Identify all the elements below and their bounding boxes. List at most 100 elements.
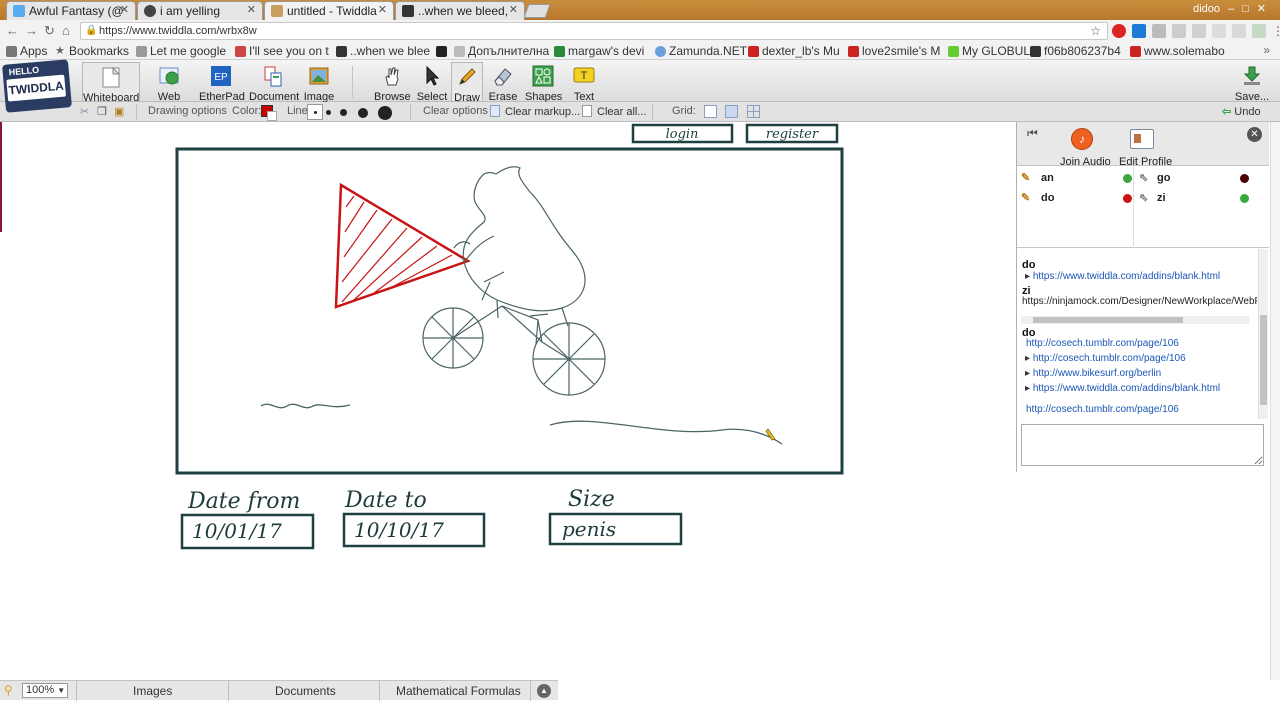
line-size-4[interactable] <box>358 108 368 118</box>
tool-document[interactable]: Document <box>249 62 299 103</box>
user-item-go[interactable]: ⇖ go <box>1137 172 1249 186</box>
clear-all-button[interactable]: Clear all... <box>582 105 647 118</box>
extension-icon[interactable] <box>1172 24 1186 38</box>
scrollbar-thumb[interactable] <box>1033 317 1183 323</box>
bookmark-item[interactable]: I'll see you on t <box>235 44 329 58</box>
paste-icon[interactable]: ▣ <box>114 105 124 118</box>
chat-link[interactable]: http://www.bikesurf.org/berlin <box>1025 368 1161 379</box>
tool-browse[interactable]: Browse <box>374 62 411 103</box>
user-item-zi[interactable]: ⇖ zi <box>1137 192 1249 206</box>
bookmark-item[interactable]: dexter_lb's Mu <box>748 44 840 58</box>
zoom-select[interactable]: 100% ▼ <box>22 683 68 698</box>
tool-erase[interactable]: Erase <box>487 62 519 103</box>
size-field[interactable]: penis <box>548 512 683 546</box>
audio-icon[interactable]: ♪ <box>1071 128 1093 150</box>
extension-icon[interactable] <box>1212 24 1226 38</box>
scissors-icon[interactable]: ✂ <box>80 105 89 118</box>
twiddla-logo[interactable]: HELLO TWIDDLA <box>2 59 72 113</box>
chat-link[interactable]: http://cosech.tumblr.com/page/106 <box>1026 338 1179 349</box>
expand-up-icon[interactable]: ▲ <box>537 684 551 698</box>
close-icon[interactable]: ✕ <box>378 3 387 16</box>
chat-input[interactable] <box>1021 424 1264 466</box>
extension-icon[interactable] <box>1192 24 1206 38</box>
bookmark-item[interactable]: love2smile's M <box>848 44 940 58</box>
star-icon[interactable]: ☆ <box>1090 24 1101 38</box>
bookmark-item[interactable]: margaw's devi <box>554 44 644 58</box>
profile-card-icon[interactable] <box>1130 129 1154 149</box>
tab-mathematical-formulas[interactable]: Mathematical Formulas <box>396 684 521 698</box>
copy-icon[interactable]: ❐ <box>97 105 107 118</box>
drawing-layer[interactable]: login register Date from Date to Size 10… <box>2 122 1014 680</box>
home-icon[interactable]: ⌂ <box>62 23 70 38</box>
extension-icon[interactable] <box>1232 24 1246 38</box>
bookmark-item[interactable]: f06b806237b4 <box>1030 44 1121 58</box>
tool-image[interactable]: Image <box>302 62 336 103</box>
browser-tab-4[interactable]: ..when we bleed, ✕ <box>395 1 525 20</box>
date-from-field[interactable]: 10/01/17 <box>180 513 315 550</box>
close-icon[interactable]: ✕ <box>509 3 518 16</box>
line-size-2[interactable] <box>326 110 331 115</box>
tool-etherpad[interactable]: EP EtherPad <box>199 62 245 103</box>
extension-icon[interactable] <box>1252 24 1266 38</box>
chat-link[interactable]: http://cosech.tumblr.com/page/106 <box>1025 353 1186 364</box>
address-bar[interactable]: 🔒 https://www.twiddla.com/wrbx8w ☆ <box>80 22 1108 40</box>
user-item-an[interactable]: ✎ an <box>1021 172 1132 186</box>
browser-tab-3[interactable]: untitled - Twiddla ✕ <box>264 1 394 20</box>
close-icon[interactable]: ✕ <box>247 3 256 16</box>
bookmark-item[interactable]: ..when we blee <box>336 44 430 58</box>
extension-os-icon[interactable] <box>1152 24 1166 38</box>
secondary-color-swatch[interactable] <box>267 111 277 121</box>
bookmark-apps[interactable]: Apps <box>6 44 47 58</box>
chat-link[interactable]: https://www.twiddla.com/addins/blank.htm… <box>1025 271 1220 282</box>
bookmark-item[interactable]: Допълнителна <box>454 44 549 58</box>
page-scrollbar[interactable] <box>1270 122 1280 680</box>
scrollbar-thumb[interactable] <box>1260 315 1267 405</box>
bookmark-item[interactable]: www.solemabo <box>1130 44 1225 58</box>
new-tab-button[interactable] <box>523 4 551 18</box>
tab-documents[interactable]: Documents <box>275 684 336 698</box>
clear-markup-button[interactable]: Clear markup... <box>490 105 580 118</box>
close-icon[interactable]: ✕ <box>1247 127 1262 142</box>
tool-shapes[interactable]: Shapes <box>525 62 562 103</box>
browser-user-label[interactable]: didoo <box>1193 3 1220 15</box>
magnifier-icon[interactable]: ⚲ <box>4 683 13 697</box>
tool-save[interactable]: Save... <box>1234 62 1270 103</box>
bookmark-item[interactable]: Let me google <box>136 44 226 58</box>
forward-icon[interactable]: → <box>25 23 38 38</box>
line-size-5[interactable] <box>378 106 392 120</box>
line-size-1[interactable] <box>307 104 323 120</box>
reload-icon[interactable]: ↻ <box>44 23 55 39</box>
collapse-icon[interactable]: ⏮ <box>1027 126 1038 141</box>
bookmark-bookmarks[interactable]: ★ Bookmarks <box>55 44 129 58</box>
chat-scrollbar[interactable] <box>1258 249 1268 419</box>
register-box[interactable]: register <box>745 123 839 144</box>
bookmarks-overflow-icon[interactable]: » <box>1263 43 1270 57</box>
date-to-field[interactable]: 10/10/17 <box>342 512 486 548</box>
extension-m-icon[interactable] <box>1132 24 1146 38</box>
browser-tab-1[interactable]: Awful Fantasy (@ ✕ <box>6 1 136 20</box>
line-size-3[interactable] <box>340 109 347 116</box>
grid-large-button[interactable] <box>747 105 760 118</box>
back-icon[interactable]: ← <box>6 23 19 38</box>
window-controls[interactable]: –□✕ <box>1228 2 1274 15</box>
bookmark-item[interactable]: My GLOBUL <box>948 44 1030 58</box>
tool-text[interactable]: T Text <box>570 62 598 103</box>
login-box[interactable]: login <box>631 123 734 144</box>
grid-small-button[interactable] <box>725 105 738 118</box>
tool-select[interactable]: Select <box>416 62 448 103</box>
menu-icon[interactable]: ⋮ <box>1272 24 1280 38</box>
tool-draw[interactable]: Draw <box>451 62 483 104</box>
undo-button[interactable]: ⇦ Undo <box>1222 105 1261 118</box>
whiteboard-canvas[interactable]: login register Date from Date to Size 10… <box>2 122 1014 680</box>
adblock-icon[interactable] <box>1112 24 1126 38</box>
user-item-do[interactable]: ✎ do <box>1021 192 1132 206</box>
bookmark-item[interactable]: Zamunda.NET <box>655 44 747 58</box>
chat-link[interactable]: https://www.twiddla.com/addins/blank.htm… <box>1025 383 1220 394</box>
tool-whiteboard[interactable]: Whiteboard <box>82 62 140 104</box>
tab-images[interactable]: Images <box>133 684 172 698</box>
close-icon[interactable]: ✕ <box>120 3 129 16</box>
chat-link[interactable]: http://cosech.tumblr.com/page/106 <box>1026 404 1179 415</box>
horizontal-scrollbar[interactable] <box>1021 316 1249 324</box>
grid-none-button[interactable] <box>704 105 717 118</box>
browser-tab-2[interactable]: i am yelling ✕ <box>137 1 263 20</box>
